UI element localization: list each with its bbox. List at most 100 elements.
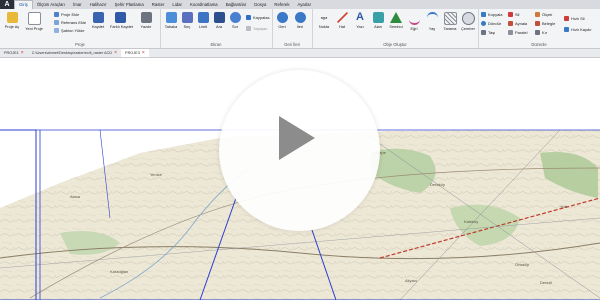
- close-icon[interactable]: ×: [21, 49, 24, 57]
- close-icon[interactable]: ×: [114, 49, 117, 57]
- parallel-icon: [508, 30, 513, 35]
- ileri-label: İleri: [296, 24, 304, 29]
- curve-icon: [408, 12, 420, 25]
- tab-proje1[interactable]: PROJE1 ×: [0, 49, 28, 57]
- kir-button[interactable]: Kır: [535, 30, 547, 35]
- hizli-kaydir-button[interactable]: Hızlı Kaydır: [564, 27, 592, 32]
- tree-symbol-icon: [390, 12, 402, 23]
- binoculars-icon: [213, 12, 225, 23]
- group-label-proje: Proje: [75, 42, 85, 47]
- app-logo[interactable]: A: [0, 0, 14, 9]
- kaydet-button[interactable]: Kaydet: [88, 12, 108, 29]
- sembol-button[interactable]: Sembol: [386, 12, 406, 29]
- belegle-label: Belegle: [542, 21, 556, 26]
- undo-icon: [276, 12, 288, 23]
- ileri-button[interactable]: İleri: [290, 12, 310, 29]
- tasi-button[interactable]: Taşı: [481, 30, 495, 35]
- belegle-button[interactable]: Belegle: [535, 21, 555, 26]
- tarama-label: Tarama: [443, 26, 457, 31]
- select-icon: [181, 12, 193, 23]
- map-label: Dereköy: [430, 182, 445, 187]
- area-icon: [372, 12, 384, 23]
- proje-ac-button[interactable]: Proje Aç: [2, 12, 22, 29]
- cember-button[interactable]: Çember: [458, 12, 478, 31]
- alan-button[interactable]: Alan: [368, 12, 388, 29]
- menu-item-giris[interactable]: Giriş: [14, 0, 33, 9]
- kopyala-label: Kopyala: [488, 12, 503, 17]
- cember-label: Çember: [461, 26, 475, 31]
- paralel-button[interactable]: Paralel: [508, 30, 527, 35]
- hat-button[interactable]: Hat: [332, 12, 352, 29]
- circle-icon: [461, 12, 475, 25]
- close-icon[interactable]: ×: [142, 49, 145, 57]
- farkli-kaydet-button[interactable]: Farklı Kaydet: [110, 12, 133, 29]
- referans-ekle-button[interactable]: Referans Ekle: [54, 20, 86, 25]
- menu-item-imar[interactable]: İmar: [69, 0, 86, 9]
- menu-item-baglantilar[interactable]: Bağlantılar: [222, 0, 251, 9]
- menu-item-lidar[interactable]: Lidar: [168, 0, 186, 9]
- break-icon: [535, 30, 540, 35]
- yapisan-button[interactable]: Yapışan: [246, 26, 267, 31]
- play-icon: [279, 116, 315, 160]
- copy-icon: [481, 12, 486, 17]
- yay-button[interactable]: Yay: [422, 12, 442, 31]
- proje-ekle-button[interactable]: Proje Ekle: [54, 12, 79, 17]
- menu-item-sehir-planlama[interactable]: Şehir Planlama: [111, 0, 148, 9]
- menu-item-dosya[interactable]: Dosya: [250, 0, 270, 9]
- tarama-button[interactable]: Tarama: [440, 12, 460, 31]
- kopyala-button[interactable]: Kopyala: [481, 12, 502, 17]
- proje-ekle-label: Proje Ekle: [61, 12, 80, 17]
- map-label: Yenice: [150, 172, 163, 177]
- menu-item-ayarlar[interactable]: Ayarlar: [293, 0, 315, 9]
- dondur-button[interactable]: Döndür: [481, 21, 501, 26]
- mirror-icon: [508, 21, 513, 26]
- ribbon: Proje Aç Yeni Proje Proje Ekle Referans …: [0, 9, 600, 49]
- hat-label: Hat: [338, 24, 346, 29]
- menu-item-referek[interactable]: Referek: [270, 0, 293, 9]
- map-label: Karaoğlan: [110, 269, 128, 274]
- menu-bar: A Giriş Ölçüm Araçları İmar Halihazır Şe…: [0, 0, 600, 9]
- egri-button[interactable]: Eğri: [404, 12, 424, 31]
- reference-icon: [54, 20, 59, 25]
- tab-raster-file[interactable]: C:\Users\ahmet\Desktop\raster\ecili_rast…: [28, 49, 121, 57]
- sor-button[interactable]: Sor: [225, 12, 245, 29]
- arc-icon: [426, 12, 438, 25]
- geri-button[interactable]: Geri: [272, 12, 292, 29]
- yazdir-button[interactable]: Yazdır: [136, 12, 156, 29]
- yazi-button[interactable]: A Yazı: [350, 12, 370, 30]
- hizli-sil-label: Hızlı Sil: [571, 16, 585, 21]
- alan-label: Alan: [374, 24, 382, 29]
- kaypalas-button[interactable]: Kaypalas: [246, 15, 269, 20]
- paralel-label: Paralel: [515, 30, 528, 35]
- ribbon-group-geri-ileri: Geri İleri Geri İleri: [272, 9, 313, 48]
- yapisan-label: Yapışan: [253, 26, 268, 31]
- proje-ac-label: Proje Aç: [4, 24, 20, 29]
- sablon-yukle-label: Şablon Yükle: [61, 28, 85, 33]
- point-xyz-icon: xyz: [320, 15, 328, 20]
- move-icon: [481, 30, 486, 35]
- kaydet-label: Kaydet: [91, 24, 105, 29]
- menu-item-olcum-araclari[interactable]: Ölçüm Araçları: [33, 0, 69, 9]
- yeni-proje-button[interactable]: Yeni Proje: [24, 12, 44, 31]
- menu-item-raster[interactable]: Raster: [148, 0, 169, 9]
- sil-button[interactable]: Sil: [508, 12, 519, 17]
- olcek-button[interactable]: Ölçek: [535, 12, 552, 17]
- aynala-button[interactable]: Aynala: [508, 21, 527, 26]
- map-label: Yurt: [560, 204, 568, 209]
- snap-icon: [246, 15, 251, 20]
- referans-ekle-label: Referans Ekle: [61, 20, 87, 25]
- hizli-sil-button[interactable]: Hızlı Sil: [564, 16, 585, 21]
- menu-item-halihazir[interactable]: Halihazır: [86, 0, 111, 9]
- kir-label: Kır: [542, 30, 548, 35]
- map-label: Denizli: [540, 280, 552, 285]
- farkli-kaydet-label: Farklı Kaydet: [110, 24, 133, 29]
- tab-proje3[interactable]: PROJE3 ×: [121, 49, 149, 57]
- nokta-button[interactable]: xyz Nokta: [314, 12, 334, 29]
- ribbon-group-ekran: Tabaka Seç Limit Ara Sor Kaypalas Yapışa…: [160, 9, 273, 48]
- new-file-icon: [27, 12, 41, 25]
- limit-icon: [197, 12, 209, 23]
- scale-icon: [535, 12, 540, 17]
- sablon-yukle-button[interactable]: Şablon Yükle: [54, 28, 85, 33]
- menu-item-koordinatlama[interactable]: Koordinatlama: [186, 0, 222, 9]
- quick-delete-icon: [564, 16, 569, 21]
